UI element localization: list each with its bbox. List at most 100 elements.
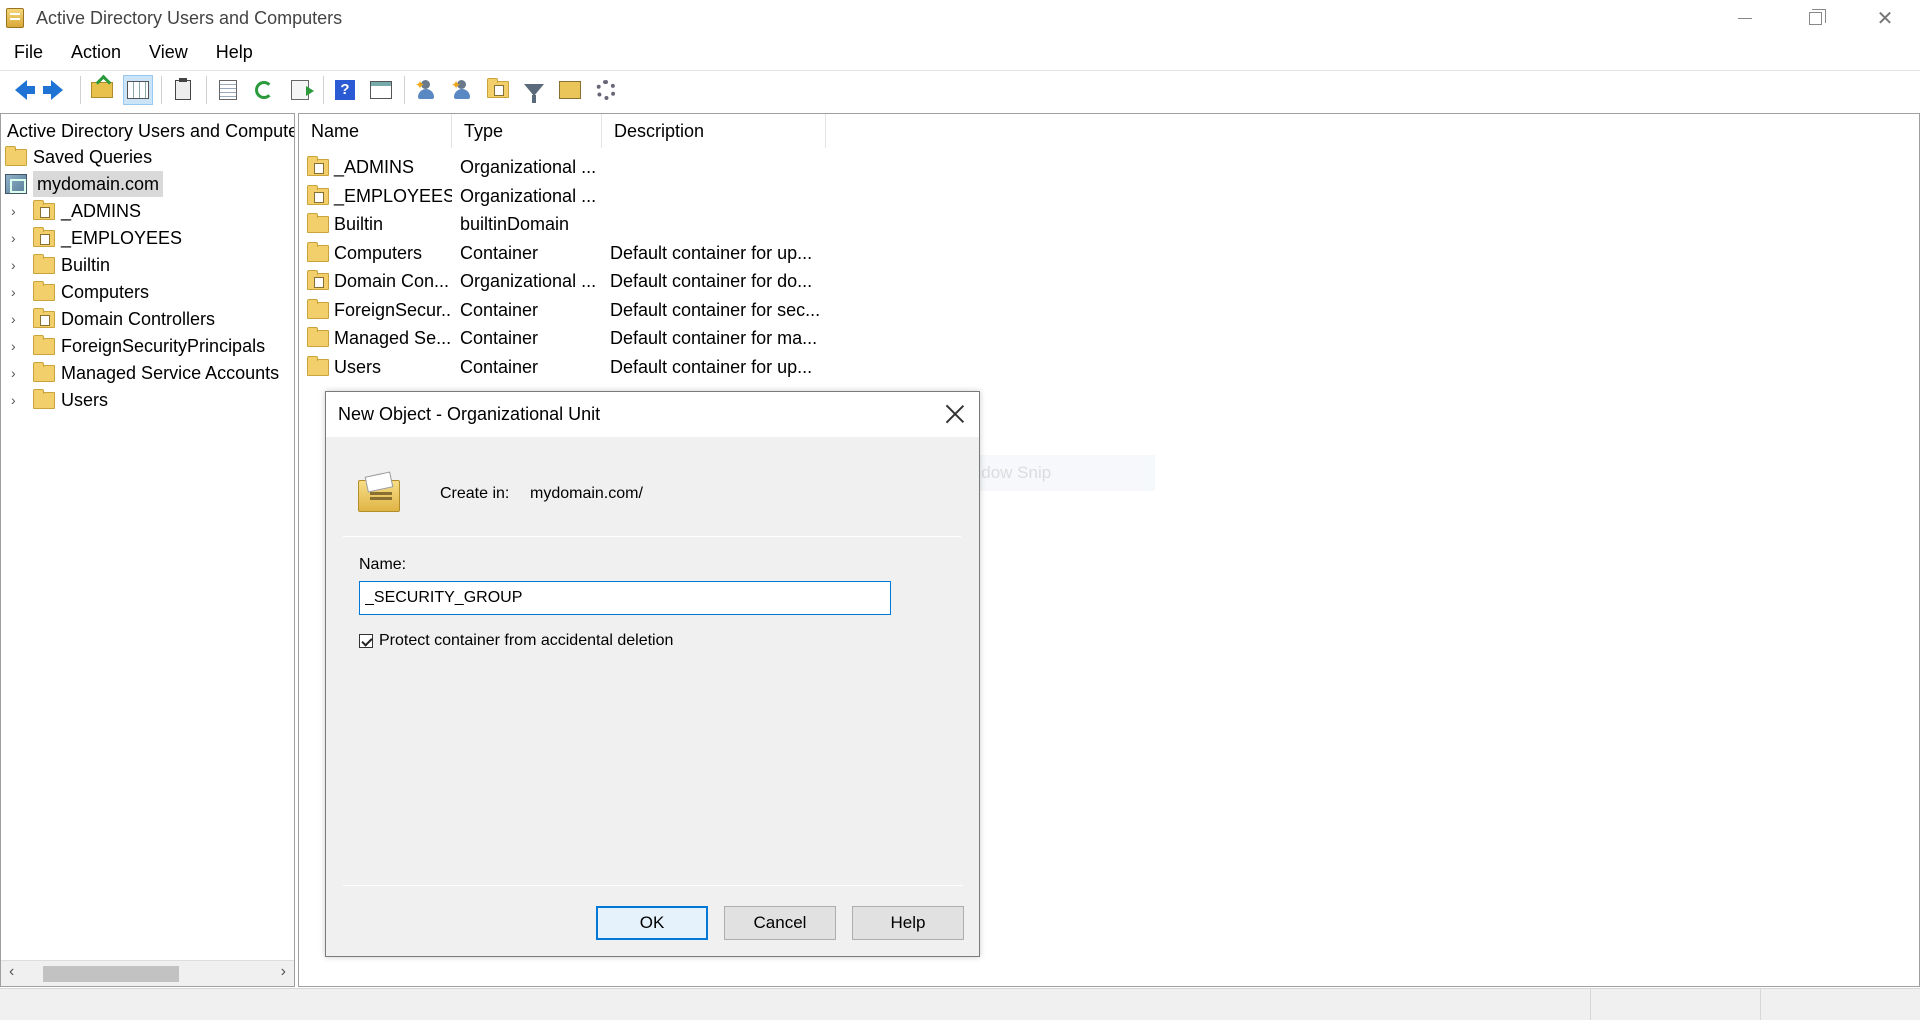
- chevron-right-icon[interactable]: ›: [11, 392, 21, 408]
- list-item-type: Container: [460, 328, 539, 348]
- toolbar-separator: [323, 75, 324, 104]
- create-in-value: mydomain.com/: [530, 485, 643, 502]
- new-user-icon: ✦: [415, 78, 435, 100]
- tree-item-admins[interactable]: › _ADMINS: [11, 198, 141, 224]
- new-group-button[interactable]: ✦: [447, 75, 477, 105]
- back-arrow-icon: [15, 79, 35, 100]
- help-button[interactable]: ?: [330, 75, 360, 105]
- tree-item-domain-controllers[interactable]: › Domain Controllers: [11, 306, 215, 332]
- new-ou-button[interactable]: [483, 75, 513, 105]
- help-button-dialog[interactable]: Help: [852, 906, 964, 940]
- chevron-right-icon[interactable]: ›: [11, 284, 21, 300]
- tree-item-employees[interactable]: › _EMPLOYEES: [11, 225, 182, 251]
- list-item[interactable]: _ADMINS Organizational ...: [299, 153, 859, 181]
- menu-help[interactable]: Help: [202, 36, 267, 68]
- clipboard-button[interactable]: [168, 75, 198, 105]
- menu-file[interactable]: File: [0, 36, 57, 68]
- column-header-name[interactable]: Name: [299, 114, 452, 148]
- list-item-type: Container: [460, 357, 539, 377]
- chevron-right-icon[interactable]: ›: [11, 257, 21, 273]
- column-header-type[interactable]: Type: [452, 114, 602, 148]
- menu-action[interactable]: Action: [57, 36, 135, 68]
- tree-item-builtin[interactable]: › Builtin: [11, 252, 110, 278]
- protect-deletion-row[interactable]: Protect container from accidental deleti…: [359, 632, 673, 650]
- tree-root[interactable]: Active Directory Users and Computer: [7, 118, 294, 144]
- ou-folder-icon: [33, 199, 55, 220]
- find-button[interactable]: [555, 75, 585, 105]
- menu-view[interactable]: View: [135, 36, 202, 68]
- chevron-right-icon[interactable]: ›: [11, 338, 21, 354]
- protect-deletion-checkbox[interactable]: [359, 634, 373, 648]
- list-item[interactable]: Computers Container Default container fo…: [299, 239, 859, 267]
- properties-button[interactable]: [213, 75, 243, 105]
- close-button[interactable]: ✕: [1850, 0, 1920, 36]
- tree-item-users[interactable]: › Users: [11, 387, 108, 413]
- app-icon: [6, 8, 24, 28]
- chevron-right-icon[interactable]: ›: [11, 203, 21, 219]
- scroll-left-icon[interactable]: ‹: [9, 963, 14, 981]
- tree-item-saved-queries[interactable]: Saved Queries: [5, 144, 152, 170]
- list-item-type: builtinDomain: [460, 214, 570, 234]
- new-user-button[interactable]: ✦: [411, 75, 441, 105]
- list-item[interactable]: Managed Se... Container Default containe…: [299, 324, 859, 352]
- list-item-description: Default container for up...: [610, 357, 813, 377]
- minimize-button[interactable]: [1710, 0, 1780, 36]
- tree-item-foreign-security-principals[interactable]: › ForeignSecurityPrincipals: [11, 333, 265, 359]
- restore-button[interactable]: [1780, 0, 1850, 36]
- up-one-level-button[interactable]: [87, 75, 117, 105]
- list-item-type: Organizational ...: [460, 186, 597, 206]
- show-console-tree-button[interactable]: [123, 74, 153, 105]
- ou-folder-icon: [307, 269, 329, 290]
- column-header-description[interactable]: Description: [602, 114, 826, 148]
- chevron-right-icon[interactable]: ›: [11, 230, 21, 246]
- status-divider: [1590, 989, 1591, 1020]
- horizontal-scrollbar[interactable]: ‹ ›: [1, 960, 294, 986]
- title-bar: Active Directory Users and Computers ✕: [0, 0, 1920, 36]
- toolbar-separator: [161, 75, 162, 104]
- forward-button[interactable]: [42, 75, 72, 105]
- chevron-right-icon[interactable]: ›: [11, 311, 21, 327]
- refresh-button[interactable]: [249, 75, 279, 105]
- ou-folder-icon: [307, 155, 329, 176]
- forward-arrow-icon: [43, 79, 63, 100]
- filter-button[interactable]: [519, 75, 549, 105]
- list-item[interactable]: Builtin builtinDomain: [299, 210, 859, 238]
- folder-up-icon: [91, 81, 113, 98]
- tree-item-domain[interactable]: mydomain.com: [5, 171, 164, 197]
- export-list-button[interactable]: [285, 75, 315, 105]
- list-item[interactable]: _EMPLOYEES Organizational ...: [299, 182, 859, 210]
- list-item[interactable]: ForeignSecur... Container Default contai…: [299, 296, 859, 324]
- status-bar: [0, 988, 1920, 1020]
- tree-item-label: _EMPLOYEES: [61, 227, 183, 248]
- toolbar-separator: [404, 75, 405, 104]
- chevron-right-icon[interactable]: ›: [11, 365, 21, 381]
- list-item-description: [610, 182, 828, 210]
- console-tree: Active Directory Users and Computer Save…: [0, 113, 295, 987]
- folder-icon: [5, 145, 27, 166]
- cancel-button[interactable]: Cancel: [724, 906, 836, 940]
- list-item-description: Default container for up...: [610, 243, 813, 263]
- list-item-name: _EMPLOYEES: [334, 186, 452, 206]
- scrollbar-thumb[interactable]: [43, 966, 179, 982]
- name-label: Name:: [359, 556, 407, 573]
- name-input[interactable]: [359, 581, 891, 615]
- list-item[interactable]: Domain Con... Organizational ... Default…: [299, 267, 859, 295]
- back-button[interactable]: [6, 75, 36, 105]
- list-item[interactable]: Users Container Default container for up…: [299, 353, 859, 381]
- list-item-name: Users: [334, 357, 382, 377]
- tree-item-managed-service-accounts[interactable]: › Managed Service Accounts: [11, 360, 279, 386]
- list-item-name: Managed Se...: [334, 328, 452, 348]
- dialog-close-icon[interactable]: [943, 402, 967, 426]
- tree-item-computers[interactable]: › Computers: [11, 279, 149, 305]
- action-pane-button[interactable]: [366, 75, 396, 105]
- properties-icon: [219, 79, 237, 100]
- scroll-right-icon[interactable]: ›: [281, 963, 286, 981]
- domain-icon: [5, 174, 27, 194]
- ou-folder-icon: [307, 184, 329, 205]
- delegate-button[interactable]: [591, 75, 621, 105]
- folder-icon: [307, 212, 329, 233]
- ok-button[interactable]: OK: [596, 906, 708, 940]
- action-pane-icon: [370, 80, 392, 99]
- menu-bar: File Action View Help: [0, 36, 1920, 68]
- folder-icon: [307, 241, 329, 262]
